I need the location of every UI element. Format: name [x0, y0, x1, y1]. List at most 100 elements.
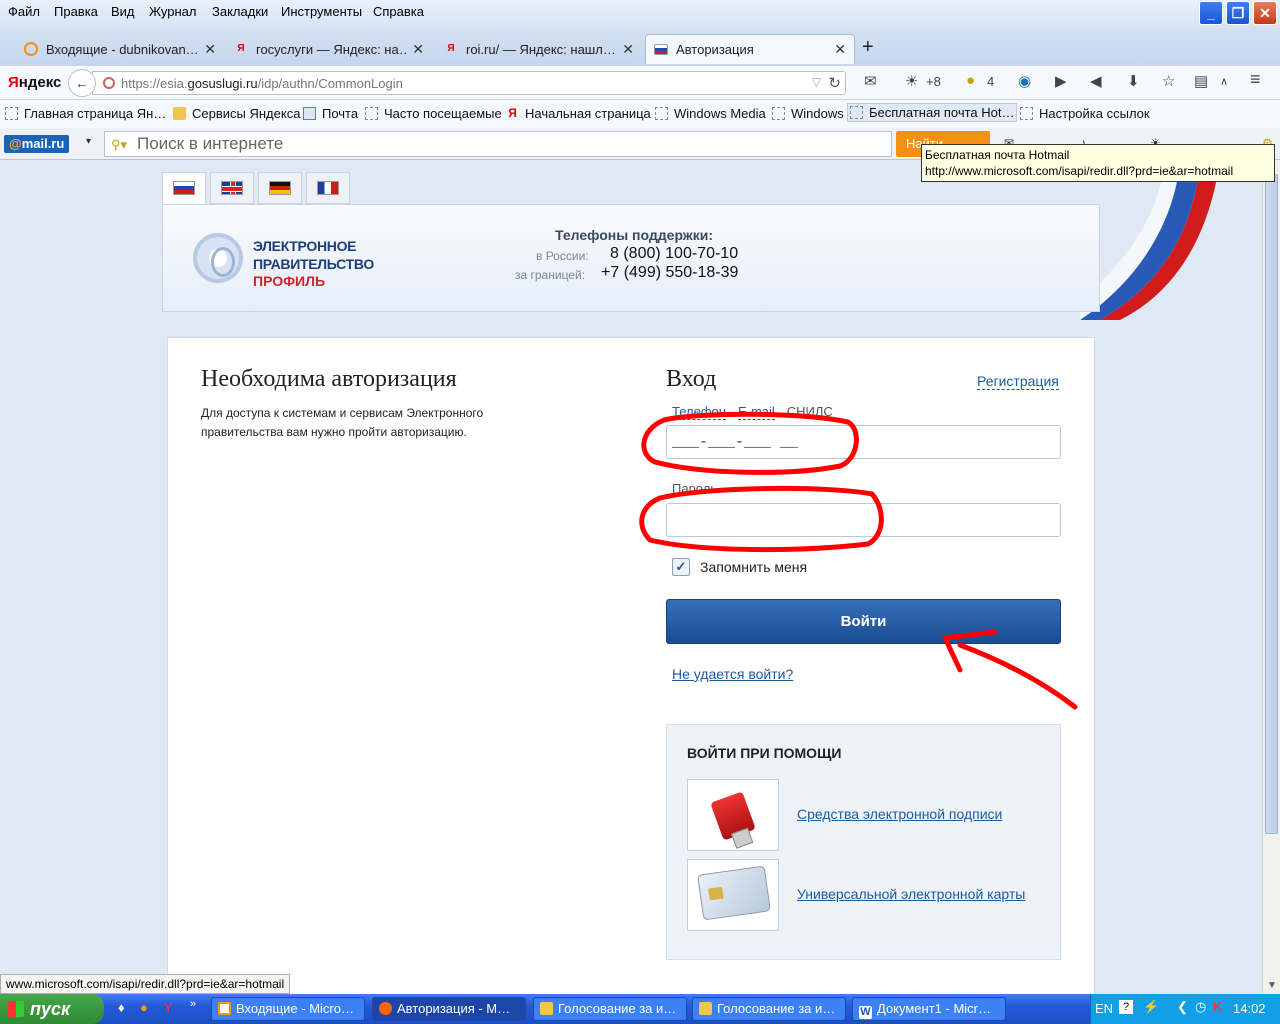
start-button[interactable]: пуск — [0, 994, 104, 1024]
menu-view[interactable]: Вид — [111, 4, 135, 19]
task-voting-2[interactable]: Голосование за и… — [692, 997, 846, 1021]
tooltip-url: http://www.microsoft.com/isapi/redir.dll… — [925, 164, 1234, 178]
back-button[interactable]: ← — [68, 69, 96, 97]
clipboard-icon[interactable]: ▤ — [1194, 72, 1208, 90]
site-identity-icon[interactable] — [103, 77, 115, 89]
bookmark-star-icon[interactable]: ☆ — [1162, 72, 1175, 90]
flag-swoosh-decoration — [1080, 160, 1220, 320]
menu-history[interactable]: Журнал — [149, 4, 196, 19]
bookmark-customize-links[interactable]: Настройка ссылок — [1020, 106, 1150, 121]
phone-field[interactable] — [666, 425, 1061, 459]
download-icon[interactable]: ⬇ — [1127, 72, 1140, 90]
password-field[interactable] — [666, 503, 1061, 537]
remember-me[interactable]: ✓ Запомнить меня — [672, 558, 807, 576]
tab-gosuslugi-search[interactable]: Я госуслуги — Яндекс: на… ✕ — [226, 34, 432, 64]
clock[interactable]: 14:02 — [1233, 1001, 1266, 1016]
tab-close-icon[interactable]: ✕ — [204, 41, 216, 58]
tab-phone[interactable]: Телефон — [672, 404, 726, 420]
smart-card-image[interactable] — [687, 859, 779, 931]
address-bar[interactable]: https://esia.gosuslugi.ru/idp/authn/Comm… — [92, 71, 846, 95]
minimize-button[interactable]: _ — [1199, 1, 1223, 25]
mailru-logo[interactable]: @mail.ru — [4, 135, 70, 153]
tray-arrow-icon[interactable]: ❮ — [1177, 999, 1188, 1015]
cant-login-link[interactable]: Не удается войти? — [672, 666, 793, 682]
bookmark-windows-media[interactable]: Windows Media — [655, 106, 766, 121]
remember-me-label: Запомнить меня — [700, 559, 808, 575]
bookmark-most-visited[interactable]: Часто посещаемые — [365, 106, 502, 121]
tab-inbox[interactable]: Входящие - dubnikovan… ✕ — [16, 34, 224, 64]
task-voting-1[interactable]: Голосование за и… — [533, 997, 687, 1021]
bookmark-windows[interactable]: Windows — [772, 106, 844, 121]
tab-close-icon[interactable]: ✕ — [834, 41, 846, 58]
login-submit-button[interactable]: Войти — [666, 599, 1061, 644]
egov-logo-text[interactable]: ЭЛЕКТРОННОЕ ПРАВИТЕЛЬСТВО — [253, 237, 374, 273]
antivirus-icon[interactable]: K — [1213, 999, 1222, 1014]
language-en[interactable] — [210, 172, 254, 204]
tab-authorization[interactable]: Авторизация ✕ — [645, 34, 855, 64]
url-history-dropdown-icon[interactable]: ▽ — [812, 75, 821, 89]
quicklaunch-icon[interactable]: ♦ — [118, 1000, 125, 1015]
universal-card-link[interactable]: Универсальной электронной карты — [797, 886, 1025, 902]
language-indicator[interactable]: EN — [1095, 1001, 1113, 1016]
yandex-logo[interactable]: Яндекс — [8, 74, 61, 91]
weather-temperature[interactable]: +8 — [926, 74, 941, 89]
tab-close-icon[interactable]: ✕ — [622, 41, 634, 58]
mail-icon[interactable]: ✉ — [864, 72, 877, 90]
tab-email[interactable]: E-mail — [737, 404, 775, 420]
bookmark-yandex-services[interactable]: Сервисы Яндекса — [173, 106, 300, 121]
menu-hamburger-icon[interactable]: ≡ — [1250, 69, 1261, 90]
help-icon[interactable]: ? — [1119, 1000, 1133, 1014]
search-icon[interactable]: ⚲▾ — [111, 137, 127, 153]
bookmark-yandex-home[interactable]: Главная страница Ян… — [5, 106, 166, 121]
internet-search-input[interactable] — [137, 134, 877, 154]
close-window-button[interactable]: ✕ — [1253, 1, 1277, 25]
vertical-scrollbar[interactable]: ▲ ▼ — [1262, 160, 1280, 994]
mailru-dropdown-icon[interactable]: ▾ — [86, 136, 91, 147]
language-de[interactable] — [258, 172, 302, 204]
phone-input[interactable] — [667, 426, 1060, 458]
firefox-quicklaunch-icon[interactable]: ● — [140, 1000, 148, 1015]
menu-bookmarks[interactable]: Закладки — [212, 4, 268, 19]
usb-token-image[interactable] — [687, 779, 779, 851]
bookmark-start-page[interactable]: Я Начальная страница — [506, 106, 651, 121]
notification-count[interactable]: 4 — [987, 74, 994, 89]
menu-edit[interactable]: Правка — [54, 4, 98, 19]
yandex-quicklaunch-icon[interactable]: Y — [164, 1000, 173, 1015]
register-link[interactable]: Регистрация — [977, 373, 1059, 390]
url-text[interactable]: https://esia.gosuslugi.ru/idp/authn/Comm… — [121, 76, 403, 91]
reload-icon[interactable]: ↻ — [828, 74, 841, 92]
language-fr[interactable] — [306, 172, 350, 204]
quicklaunch-expand-icon[interactable]: » — [190, 998, 196, 1010]
bookmark-mail[interactable]: Почта — [303, 106, 358, 121]
task-document[interactable]: W Документ1 - Micr… — [852, 997, 1006, 1021]
remember-me-checkbox[interactable]: ✓ — [672, 558, 690, 576]
chevron-up-icon[interactable]: ∧ — [1220, 75, 1228, 88]
scroll-down-icon[interactable]: ▼ — [1267, 980, 1277, 991]
play-icon[interactable]: ▶ — [1055, 72, 1067, 90]
menu-file[interactable]: Файл — [8, 4, 40, 19]
windows-taskbar: пуск ♦ ● Y » Входящие - Micro… Авторизац… — [0, 994, 1280, 1024]
task-authorization[interactable]: Авторизация - M… — [372, 997, 526, 1021]
tab-snils[interactable]: СНИЛС — [787, 404, 833, 420]
menu-tools[interactable]: Инструменты — [281, 4, 362, 19]
menu-help[interactable]: Справка — [373, 4, 424, 19]
tab-close-icon[interactable]: ✕ — [412, 41, 424, 58]
bookmark-label: Главная страница Ян… — [24, 106, 167, 121]
bookmark-hotmail[interactable]: Бесплатная почта Hot… — [846, 103, 1018, 122]
support-phones-title: Телефоны поддержки: — [555, 227, 714, 243]
maximize-button[interactable]: ❐ — [1226, 1, 1250, 25]
extension-icon[interactable]: ◉ — [1018, 72, 1031, 90]
speaker-icon[interactable]: ◀ — [1090, 72, 1102, 90]
network-icon[interactable]: ⚡ — [1143, 999, 1159, 1015]
task-inbox[interactable]: Входящие - Micro… — [211, 997, 365, 1021]
digital-signature-link[interactable]: Средства электронной подписи — [797, 806, 1002, 822]
notification-icon[interactable]: ● — [966, 72, 975, 89]
clock-tray-icon[interactable]: ◷ — [1195, 999, 1206, 1015]
weather-icon[interactable]: ☀ — [905, 72, 918, 90]
new-tab-button[interactable]: + — [862, 36, 874, 59]
language-ru[interactable] — [162, 172, 206, 204]
internet-search-box[interactable]: ⚲▾ — [104, 131, 892, 157]
password-input[interactable] — [667, 504, 1060, 536]
scrollbar-thumb[interactable] — [1265, 174, 1278, 834]
tab-roi-search[interactable]: Я roi.ru/ — Яндекс: нашл… ✕ — [436, 34, 642, 64]
